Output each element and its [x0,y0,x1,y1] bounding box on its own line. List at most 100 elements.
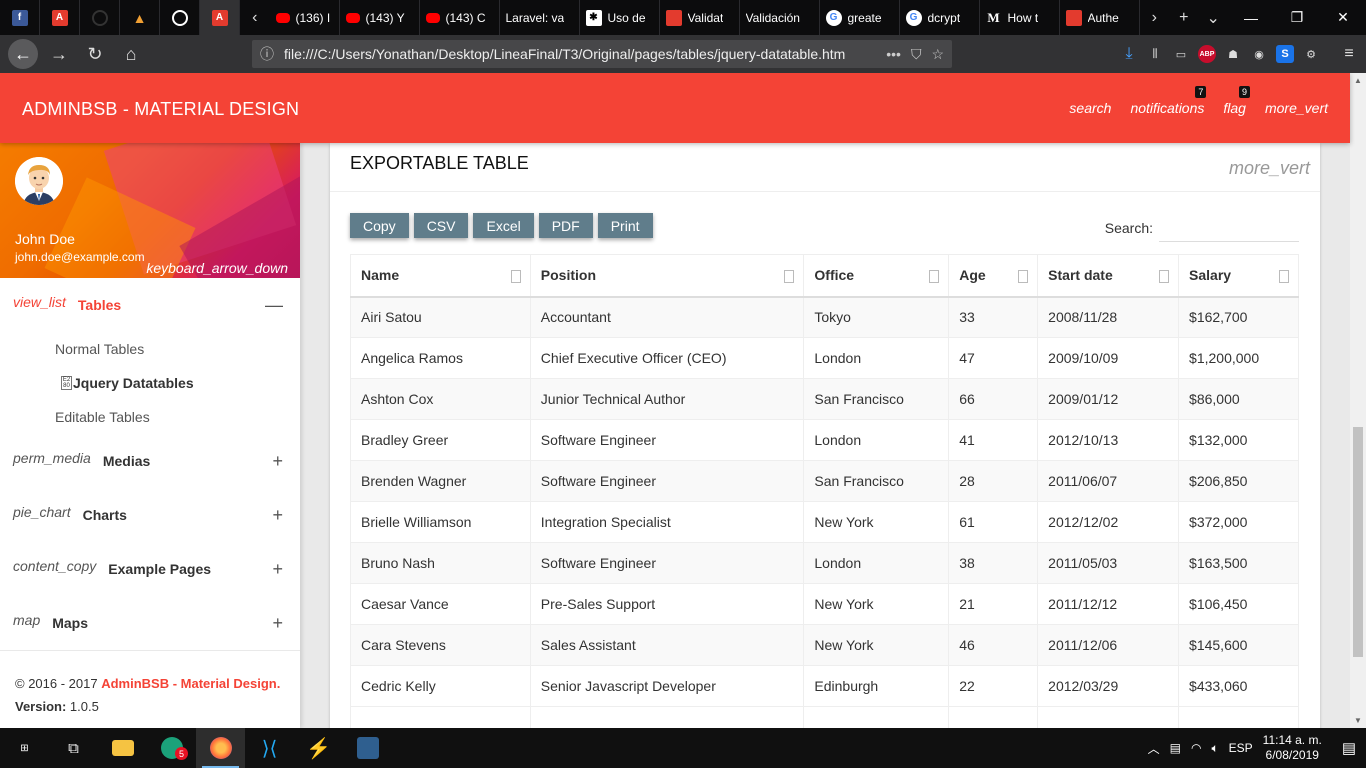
url-bar[interactable]: ⓘ file:///C:/Users/Yonathan/Desktop/Line… [252,40,952,68]
browser-tab[interactable]: Validación [740,0,820,35]
table-row[interactable]: Ashton Cox Junior Technical Author San Fra… [350,378,1299,420]
copy-button[interactable]: Copy [350,213,409,238]
tray-wifi-icon[interactable]: ◠ [1191,741,1201,755]
table-row[interactable]: Brenden Wagner Software Engineer San Franc… [350,460,1299,502]
extension-icon[interactable]: ◉ [1250,45,1268,63]
search-button[interactable]: search [1069,100,1111,116]
card-more-vert-button[interactable]: more_vert [1229,158,1310,179]
lightning-app-icon[interactable]: ⚡ [294,728,343,768]
language-indicator[interactable]: ESP [1229,741,1253,755]
csv-button[interactable]: CSV [413,213,469,238]
action-center-icon[interactable]: ▤ [1342,739,1356,757]
sidebar-icon[interactable]: ▭ [1172,45,1190,63]
firefox-icon[interactable] [196,728,245,768]
table-row[interactable]: Angelica Ramos Chief Executive Officer (C… [350,337,1299,379]
pocket-icon[interactable]: ⛉ [911,46,922,63]
submenu-editable-tables[interactable]: Editable Tables [0,400,300,434]
tab-scroll-left-icon[interactable]: ‹ [240,0,270,35]
hamburger-menu-icon[interactable]: ≡ [1340,45,1358,63]
expand-icon[interactable]: + [272,505,283,526]
sort-icon[interactable] [1159,270,1170,283]
table-row[interactable]: Caesar Vance Pre-Sales Support New York 21 2… [350,583,1299,625]
task-view-icon[interactable]: ⧉ [49,728,98,768]
table-row[interactable]: Cedric Kelly Senior Javascript Developer E… [350,665,1299,707]
pdf-button[interactable]: PDF [538,213,593,238]
page-scrollbar[interactable]: ▲ ▼ [1350,73,1366,728]
browser-tab[interactable]: Gdcrypt [900,0,980,35]
tab-scroll-right-icon[interactable]: › [1140,0,1170,35]
chrome-icon[interactable]: 5 [147,728,196,768]
scroll-down-icon[interactable]: ▼ [1354,716,1362,725]
restore-icon[interactable]: ❐ [1274,0,1320,35]
sidebar-item-maps[interactable]: map Maps + [0,596,300,650]
close-icon[interactable]: ✕ [1320,0,1366,35]
column-header[interactable]: Name [350,254,531,298]
expand-icon[interactable]: + [272,451,283,472]
sidebar-item-medias[interactable]: perm_media Medias + [0,434,300,488]
table-row[interactable]: Brielle Williamson Integration Specialist… [350,501,1299,543]
new-tab-icon[interactable]: + [1169,0,1199,35]
browser-tab[interactable]: (136) I [270,0,340,35]
browser-tab[interactable] [80,0,120,35]
expand-icon[interactable]: + [272,559,283,580]
sort-icon[interactable] [1018,270,1029,283]
file-explorer-icon[interactable] [98,728,147,768]
submenu-jquery-datatables[interactable]: E2 80 Jquery Datatables [0,366,300,400]
sidebar-item-example-pages[interactable]: content_copy Example Pages + [0,542,300,596]
table-row[interactable]: Bruno Nash Software Engineer London 38 2011/… [350,542,1299,584]
adblock-icon[interactable]: ABP [1198,45,1216,63]
avatar[interactable] [15,157,63,205]
library-icon[interactable]: ⫼ [1146,45,1164,63]
tray-chevron-up-icon[interactable]: ︿ [1148,740,1160,757]
browser-tab[interactable]: A [40,0,80,35]
settings-gear-icon[interactable]: ⚙ [1302,45,1320,63]
submenu-normal-tables[interactable]: Normal Tables [0,332,300,366]
scroll-up-icon[interactable]: ▲ [1354,76,1362,85]
print-button[interactable]: Print [597,213,653,238]
notifications-button[interactable]: notifications 7 [1130,86,1207,116]
column-header[interactable]: Position [529,254,805,298]
browser-tab-active[interactable]: A [200,0,240,35]
flag-button[interactable]: flag 9 [1223,86,1250,116]
browser-tab[interactable]: (143) Y [340,0,420,35]
column-header[interactable]: Age [948,254,1039,298]
forward-icon[interactable]: → [44,39,74,69]
tab-list-icon[interactable]: ⌄ [1199,0,1229,35]
scroll-thumb[interactable] [1353,427,1363,657]
search-input[interactable] [1159,214,1299,242]
extension-s-icon[interactable]: S [1276,45,1294,63]
url-text[interactable]: file:///C:/Users/Yonathan/Desktop/LineaF… [284,46,876,62]
browser-tab[interactable] [160,0,200,35]
browser-tab[interactable]: Ggreate [820,0,900,35]
bookmark-star-icon[interactable]: ☆ [931,46,944,63]
table-row[interactable]: Bradley Greer Software Engineer London 41 20… [350,419,1299,461]
browser-tab[interactable]: ▲ [120,0,160,35]
more-vert-button[interactable]: more_vert [1265,100,1328,116]
browser-tab[interactable]: Validat [660,0,740,35]
sort-icon[interactable] [510,270,521,283]
browser-tab[interactable]: M How t [980,0,1060,35]
app-brand[interactable]: ADMINBSB - MATERIAL DESIGN [22,99,299,120]
download-icon[interactable]: ⤓ [1120,45,1138,63]
extension-icon[interactable]: ☗ [1224,45,1242,63]
sort-icon[interactable] [784,270,795,283]
reload-icon[interactable]: ↻ [80,39,110,69]
info-icon[interactable]: ⓘ [260,44,274,64]
sort-icon[interactable] [1279,270,1289,283]
table-row[interactable]: Airi Satou Accountant Tokyo 33 2008/11/28 $16… [350,296,1299,338]
sidebar-item-charts[interactable]: pie_chart Charts + [0,488,300,542]
tray-volume-icon[interactable]: 🔈︎ [1211,741,1218,756]
page-actions-icon[interactable]: ••• [886,46,901,62]
expand-icon[interactable]: + [272,613,283,634]
browser-tab[interactable]: Authe [1060,0,1140,35]
clock[interactable]: 11:14 a. m. 6/08/2019 [1263,733,1322,763]
browser-tab[interactable]: (143) C [420,0,500,35]
excel-button[interactable]: Excel [473,213,534,238]
home-icon[interactable]: ⌂ [116,39,146,69]
tray-network-icon[interactable]: ▤ [1170,741,1181,755]
vscode-icon[interactable]: ⟩⟨ [245,728,294,768]
column-header[interactable]: Office [803,254,950,298]
back-icon[interactable]: ← [8,39,38,69]
sort-icon[interactable] [929,270,940,283]
browser-tab[interactable]: f [0,0,40,35]
